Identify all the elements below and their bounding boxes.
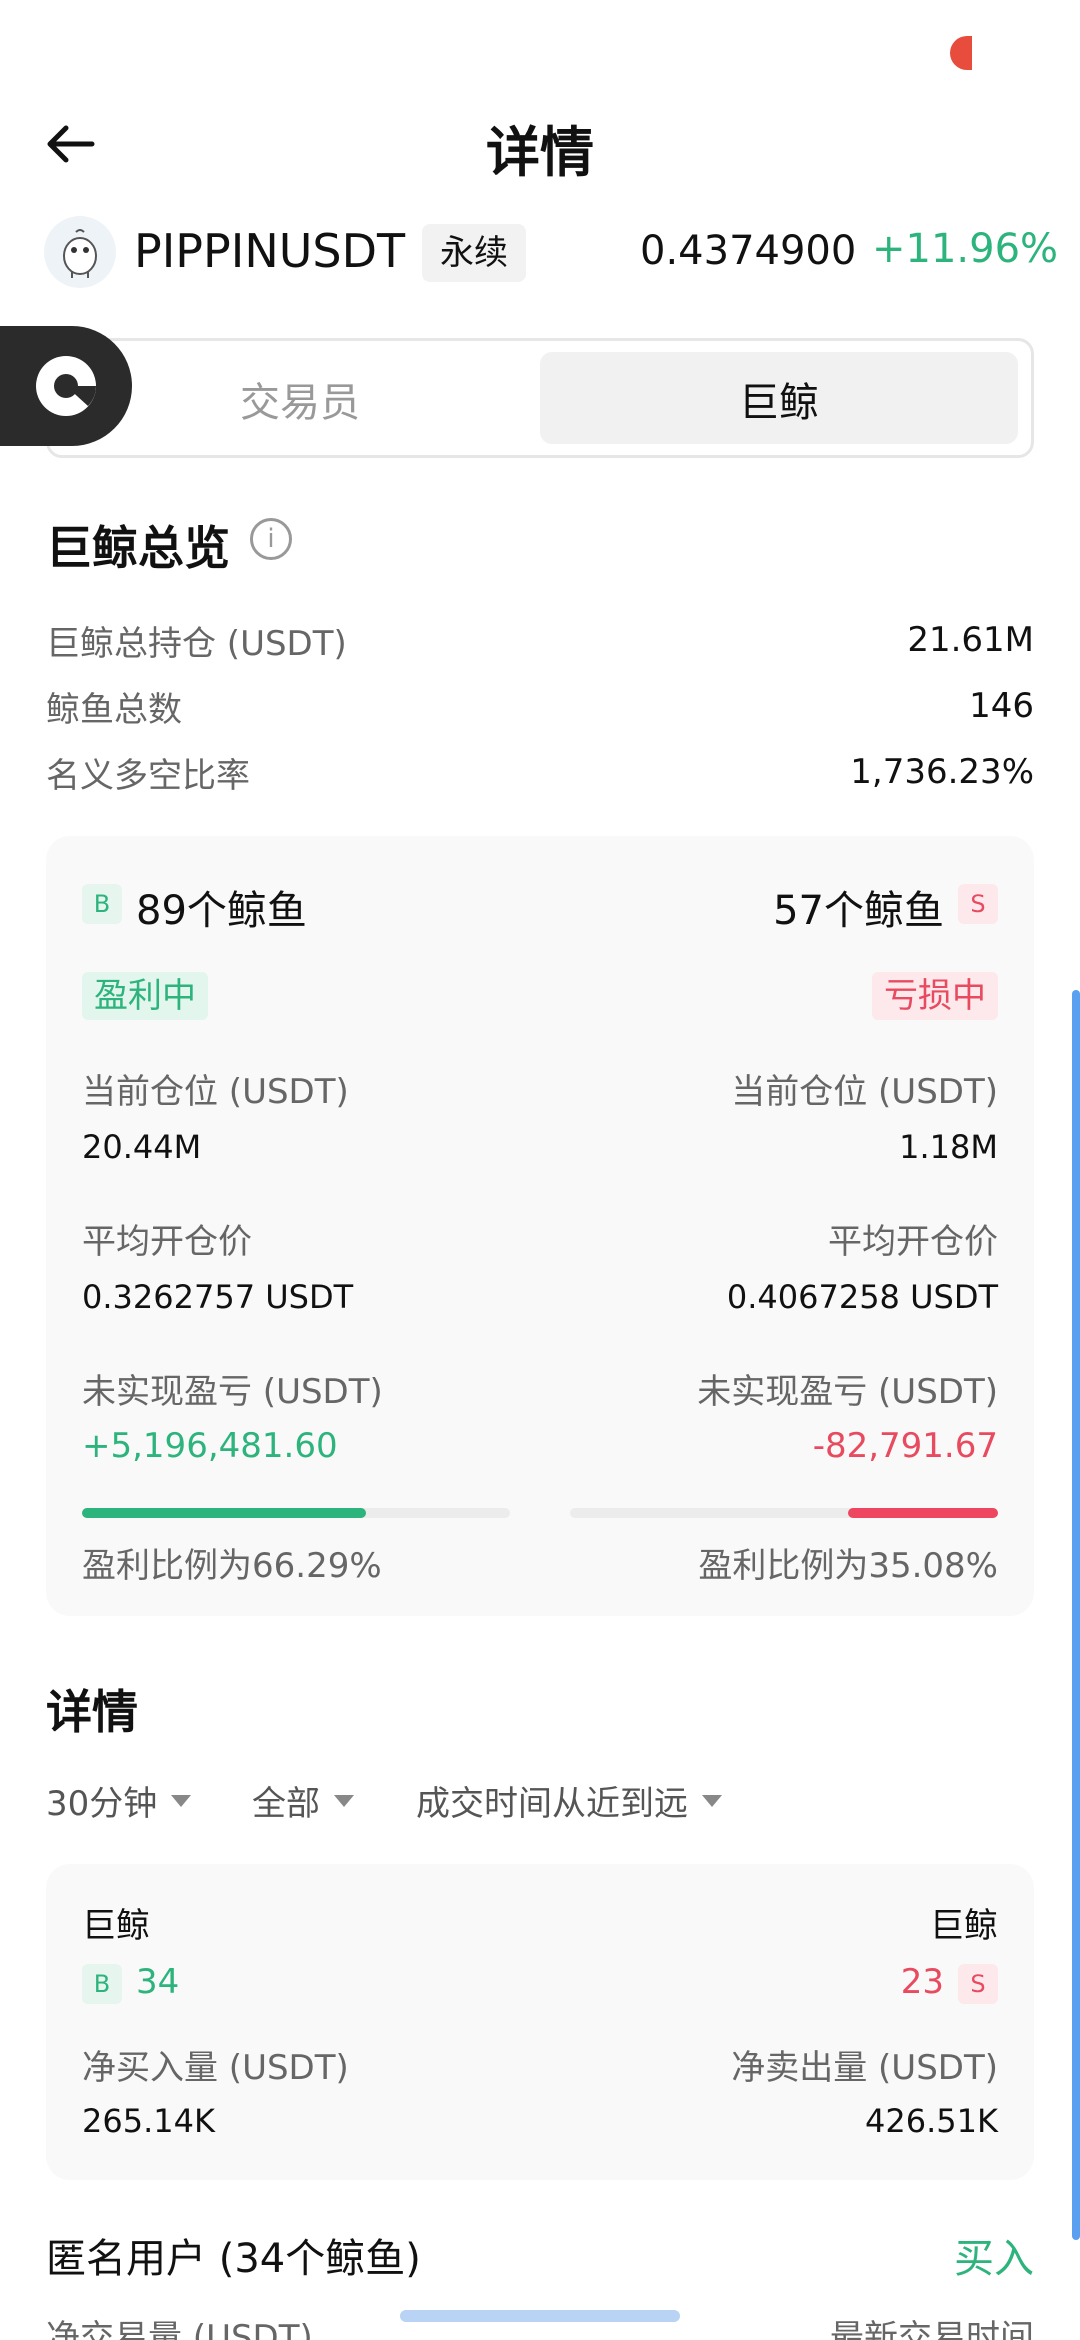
short-status-pill: 亏损中 — [872, 972, 998, 1020]
ticker-symbol[interactable]: PIPPINUSDT — [134, 224, 405, 278]
last-price: 0.4374900 — [640, 228, 857, 274]
home-indicator[interactable] — [400, 2310, 680, 2322]
summary-buy-badge: B — [82, 1964, 122, 2004]
floating-assistant-button[interactable] — [0, 326, 132, 446]
short-avg-price-value: 0.4067258 USDT — [726, 1278, 998, 1316]
caret-down-icon — [334, 1794, 354, 1807]
long-position-label: 当前仓位 (USDT) — [82, 1072, 349, 1112]
summary-buy-count: 34 — [136, 1962, 180, 2002]
net-volume-column-label: 净交易量 (USDT) — [46, 2318, 313, 2340]
summary-left-title: 巨鲸 — [82, 1906, 150, 1946]
long-pnl-value: +5,196,481.60 — [82, 1426, 338, 1466]
net-sell-value: 426.51K — [865, 2102, 998, 2140]
pepe-avatar-icon — [44, 216, 116, 288]
short-profit-bar-fill — [847, 1508, 998, 1518]
short-avg-price-label: 平均开仓价 — [828, 1222, 998, 1262]
caret-down-icon — [171, 1794, 192, 1807]
long-badge: B — [82, 884, 122, 924]
latest-trade-time-column-label: 最新交易时间 — [830, 2318, 1034, 2340]
short-pnl-label: 未实现盈亏 (USDT) — [697, 1372, 998, 1412]
summary-right-title: 巨鲸 — [930, 1906, 998, 1946]
short-profit-bar — [570, 1508, 998, 1518]
long-avg-price-label: 平均开仓价 — [82, 1222, 252, 1262]
long-profit-ratio: 盈利比例为66.29% — [82, 1546, 382, 1586]
filter-timeframe[interactable]: 30分钟 — [46, 1776, 192, 1825]
filter-sort[interactable]: 成交时间从近到远 — [416, 1776, 722, 1825]
short-pnl-value: -82,791.67 — [812, 1426, 998, 1466]
short-whale-count: 57个鲸鱼 — [773, 888, 944, 934]
short-profit-ratio: 盈利比例为35.08% — [698, 1546, 998, 1586]
long-profit-bar — [82, 1508, 510, 1518]
whale-count-value: 146 — [969, 686, 1034, 726]
caret-down-icon — [702, 1794, 722, 1807]
long-short-ratio-value: 1,736.23% — [850, 752, 1034, 792]
filter-side[interactable]: 全部 — [252, 1776, 354, 1825]
overview-title: 巨鲸总览 — [46, 521, 230, 575]
long-pnl-label: 未实现盈亏 (USDT) — [82, 1372, 383, 1412]
perpetual-tag: 永续 — [422, 224, 526, 282]
filter-timeframe-label: 30分钟 — [46, 1784, 158, 1824]
total-position-label: 巨鲸总持仓 (USDT) — [46, 624, 347, 664]
filter-sort-label: 成交时间从近到远 — [416, 1784, 688, 1824]
page-title: 详情 — [486, 121, 594, 184]
price-change: +11.96% — [872, 226, 1059, 272]
tab-traders[interactable]: 交易员 — [130, 370, 470, 428]
tab-whale[interactable]: 巨鲸 — [540, 370, 1018, 428]
long-status-pill: 盈利中 — [82, 972, 208, 1020]
net-buy-value: 265.14K — [82, 2102, 215, 2140]
summary-sell-count: 23 — [900, 1962, 944, 2002]
scrollbar[interactable] — [1072, 990, 1080, 2240]
anonymous-user-title: 匿名用户 (34个鲸鱼) — [46, 2236, 421, 2282]
long-short-ratio-label: 名义多空比率 — [46, 756, 250, 796]
long-avg-price-value: 0.3262757 USDT — [82, 1278, 354, 1316]
long-position-value: 20.44M — [82, 1128, 202, 1166]
long-whale-count: 89个鲸鱼 — [136, 888, 307, 934]
whale-count-label: 鲸鱼总数 — [46, 690, 182, 730]
summary-sell-badge: S — [958, 1964, 998, 2004]
details-title: 详情 — [46, 1685, 138, 1739]
floating-assistant-icon — [36, 356, 96, 416]
net-sell-label: 净卖出量 (USDT) — [731, 2048, 998, 2088]
filter-side-label: 全部 — [252, 1784, 320, 1824]
short-badge: S — [958, 884, 998, 924]
short-position-label: 当前仓位 (USDT) — [731, 1072, 998, 1112]
buy-label[interactable]: 买入 — [954, 2226, 1034, 2284]
short-position-value: 1.18M — [899, 1128, 998, 1166]
long-profit-bar-fill — [82, 1508, 366, 1518]
net-buy-label: 净买入量 (USDT) — [82, 2048, 349, 2088]
total-position-value: 21.61M — [907, 620, 1034, 660]
info-icon[interactable]: i — [250, 518, 292, 560]
status-indicator — [950, 36, 972, 70]
